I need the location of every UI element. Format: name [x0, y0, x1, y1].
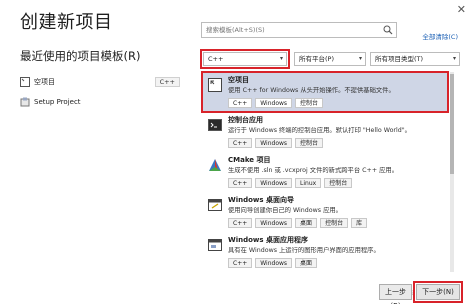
template-tag: 控制台 — [295, 138, 324, 148]
template-desc: 使用向导创建你自己的 Windows 应用。 — [228, 207, 342, 214]
cmake-icon — [208, 157, 222, 171]
template-tag: 控制台 — [324, 178, 353, 188]
template-desc: 生成不使用 .sln 或 .vcxproj 文件的新式跨平台 C++ 应用。 — [228, 167, 398, 174]
chevron-down-icon: ▾ — [358, 55, 362, 62]
template-item-desktop-wizard[interactable]: Windows 桌面向导 使用向导创建你自己的 Windows 应用。 C++ … — [202, 192, 448, 232]
recent-templates-list: 空项目 C++ Setup Project — [20, 72, 180, 112]
empty-project-icon — [208, 77, 222, 92]
search-placeholder: 搜索模板(Alt+S)(S) — [206, 26, 265, 34]
template-name: CMake 项目 — [228, 156, 271, 164]
recent-item-label: 空项目 — [34, 78, 55, 86]
template-desc: 具有在 Windows 上运行的图形用户界面的应用程序。 — [228, 247, 380, 254]
clear-all-link[interactable]: 全部清除(C) — [422, 31, 458, 41]
search-input[interactable]: 搜索模板(Alt+S)(S) — [201, 22, 397, 38]
template-desc: 使用 C++ for Windows 从头开始操作。不提供基础文件。 — [228, 87, 395, 94]
template-tag: 控制台 — [295, 98, 324, 108]
template-tag: Linux — [295, 178, 322, 188]
template-tag: 桌面 — [295, 258, 318, 268]
chevron-down-icon: ▾ — [279, 55, 283, 62]
template-name: 控制台应用 — [228, 116, 263, 124]
recent-item-lang: C++ — [154, 77, 180, 87]
template-tag: 控制台 — [320, 218, 349, 228]
next-button[interactable]: 下一步(N) — [413, 281, 463, 303]
language-filter-value: C++ — [208, 55, 224, 63]
template-tag: Windows — [255, 218, 293, 228]
project-type-filter-value: 所有项目类型(T) — [375, 55, 424, 63]
template-tag: Windows — [255, 98, 293, 108]
chevron-down-icon: ▾ — [452, 55, 456, 62]
recent-item-empty-project[interactable]: 空项目 C++ — [20, 72, 180, 92]
platform-filter-value: 所有平台(P) — [299, 55, 334, 63]
template-tag: Windows — [255, 258, 293, 268]
platform-filter[interactable]: 所有平台(P) ▾ — [294, 52, 366, 66]
template-name: 空项目 — [228, 76, 249, 84]
template-tag: C++ — [228, 138, 253, 148]
project-type-filter[interactable]: 所有项目类型(T) ▾ — [370, 52, 460, 66]
desktop-app-icon — [208, 237, 222, 251]
template-desc: 运行于 Windows 终端的控制台应用。默认打印 "Hello World"。 — [228, 127, 411, 134]
template-tag: C++ — [228, 258, 253, 268]
language-filter[interactable]: C++ ▾ — [200, 49, 290, 69]
recent-templates-title: 最近使用的项目模板(R) — [20, 49, 141, 63]
template-tag: Windows — [255, 178, 293, 188]
recent-item-setup-project[interactable]: Setup Project — [20, 92, 180, 112]
template-tag: C++ — [228, 98, 253, 108]
template-item-desktop-app[interactable]: Windows 桌面应用程序 具有在 Windows 上运行的图形用户界面的应用… — [202, 232, 448, 272]
wizard-icon — [208, 197, 222, 211]
setup-project-icon — [20, 97, 30, 107]
search-icon — [383, 25, 393, 35]
template-tag: 库 — [351, 218, 368, 228]
console-app-icon — [208, 117, 222, 131]
scrollbar-thumb[interactable] — [450, 74, 454, 174]
template-item-empty-project[interactable]: 空项目 使用 C++ for Windows 从头开始操作。不提供基础文件。 C… — [201, 71, 449, 113]
template-list: 空项目 使用 C++ for Windows 从头开始操作。不提供基础文件。 C… — [201, 71, 449, 272]
template-tag: C++ — [228, 178, 253, 188]
back-button[interactable]: 上一步(B) — [379, 284, 412, 304]
template-item-cmake[interactable]: CMake 项目 生成不使用 .sln 或 .vcxproj 文件的新式跨平台 … — [202, 152, 448, 192]
template-tag: Windows — [255, 138, 293, 148]
template-list-scrollbar[interactable] — [450, 72, 454, 272]
template-tag: C++ — [228, 218, 253, 228]
recent-item-label: Setup Project — [34, 98, 81, 106]
template-tag: 桌面 — [295, 218, 318, 228]
template-item-console-app[interactable]: 控制台应用 运行于 Windows 终端的控制台应用。默认打印 "Hello W… — [202, 112, 448, 152]
page-title: 创建新项目 — [20, 12, 113, 33]
empty-project-icon — [20, 77, 30, 87]
template-name: Windows 桌面向导 — [228, 196, 294, 204]
close-icon[interactable]: ✕ — [457, 3, 466, 16]
template-name: Windows 桌面应用程序 — [228, 236, 308, 244]
